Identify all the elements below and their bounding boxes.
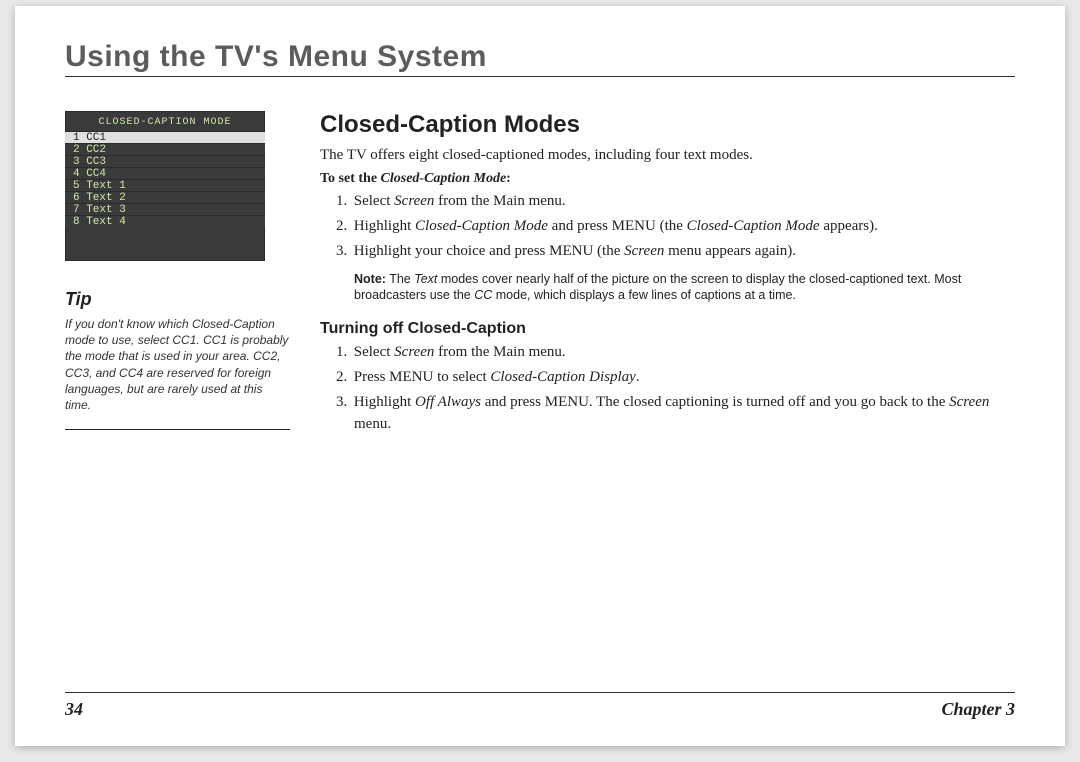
- step-item: 1. Select Screen from the Main menu.: [320, 191, 1015, 213]
- step-em: Screen: [624, 243, 664, 259]
- step-number: 3.: [336, 392, 350, 414]
- step-text: menu.: [354, 416, 391, 432]
- tv-menu-item: 1 CC1: [65, 131, 265, 143]
- intro-text: The TV offers eight closed-captioned mod…: [320, 145, 1015, 165]
- tv-menu-list: 1 CC1 2 CC2 3 CC3 4 CC4 5 Text 1 6 Text …: [65, 131, 265, 227]
- tv-menu-item: 3 CC3: [65, 155, 265, 167]
- page-number: 34: [65, 699, 83, 720]
- instr-em: Closed-Caption Mode: [381, 171, 507, 186]
- step-em: Closed-Caption Mode: [415, 218, 548, 234]
- step-text: and press MENU. The closed captioning is…: [481, 394, 949, 410]
- note-block: Note: The Text modes cover nearly half o…: [320, 269, 1015, 307]
- step-number: 1.: [336, 342, 350, 364]
- tv-menu-item: 5 Text 1: [65, 179, 265, 191]
- main-column: Closed-Caption Modes The TV offers eight…: [320, 111, 1015, 438]
- step-item: 3. Highlight Off Always and press MENU. …: [320, 392, 1015, 436]
- step-number: 2.: [336, 216, 350, 238]
- instruction-heading: To set the Closed-Caption Mode:: [320, 171, 1015, 187]
- section-heading: Closed-Caption Modes: [320, 111, 1015, 139]
- step-number: 3.: [336, 241, 350, 263]
- step-text: appears).: [820, 218, 878, 234]
- step-em: Closed-Caption Display: [490, 369, 635, 385]
- step-item: 1. Select Screen from the Main menu.: [320, 342, 1015, 364]
- step-number: 1.: [336, 191, 350, 213]
- instr-prefix: To set the: [320, 171, 381, 186]
- tv-screenshot-title: CLOSED-CAPTION MODE: [65, 117, 265, 128]
- page-footer: 34 Chapter 3: [65, 692, 1015, 720]
- step-text: Select: [354, 344, 394, 360]
- note-em: Text: [414, 272, 437, 286]
- step-em: Screen: [949, 394, 989, 410]
- tv-menu-item: 6 Text 2: [65, 191, 265, 203]
- tv-menu-item: 4 CC4: [65, 167, 265, 179]
- step-text: Highlight your choice and press MENU (th…: [354, 243, 624, 259]
- step-text: from the Main menu.: [434, 193, 565, 209]
- step-text: Press MENU to select: [354, 369, 491, 385]
- step-em: Closed-Caption Mode: [687, 218, 820, 234]
- step-em: Screen: [394, 193, 434, 209]
- subsection-heading: Turning off Closed-Caption: [320, 320, 1015, 338]
- step-em: Off Always: [415, 394, 481, 410]
- step-text: and press MENU (the: [548, 218, 687, 234]
- step-em: Screen: [394, 344, 434, 360]
- step-text: Highlight: [354, 394, 415, 410]
- step-text: menu appears again).: [664, 243, 796, 259]
- tip-body: If you don't know which Closed-Caption m…: [65, 316, 290, 430]
- step-text: Select: [354, 193, 394, 209]
- step-item: 2. Highlight Closed-Caption Mode and pre…: [320, 216, 1015, 238]
- tip-heading: Tip: [65, 289, 290, 310]
- note-label: Note:: [354, 272, 386, 286]
- instr-suffix: :: [506, 171, 511, 186]
- note-text: mode, which displays a few lines of capt…: [492, 288, 796, 302]
- note-em: CC: [474, 288, 492, 302]
- sidebar: CLOSED-CAPTION MODE 1 CC1 2 CC2 3 CC3 4 …: [65, 111, 290, 438]
- step-item: 2. Press MENU to select Closed-Caption D…: [320, 367, 1015, 389]
- page: Using the TV's Menu System CLOSED-CAPTIO…: [15, 6, 1065, 746]
- step-number: 2.: [336, 367, 350, 389]
- step-text: .: [636, 369, 640, 385]
- step-item: 3. Highlight your choice and press MENU …: [320, 241, 1015, 263]
- step-text: from the Main menu.: [434, 344, 565, 360]
- content-columns: CLOSED-CAPTION MODE 1 CC1 2 CC2 3 CC3 4 …: [65, 111, 1015, 438]
- chapter-heading: Using the TV's Menu System: [65, 40, 1015, 77]
- tv-screenshot: CLOSED-CAPTION MODE 1 CC1 2 CC2 3 CC3 4 …: [65, 111, 265, 261]
- note-text: The: [386, 272, 414, 286]
- tv-menu-item: 7 Text 3: [65, 203, 265, 215]
- tv-menu-item: 2 CC2: [65, 143, 265, 155]
- chapter-label: Chapter 3: [941, 699, 1015, 720]
- step-text: Highlight: [354, 218, 415, 234]
- tv-menu-item: 8 Text 4: [65, 215, 265, 227]
